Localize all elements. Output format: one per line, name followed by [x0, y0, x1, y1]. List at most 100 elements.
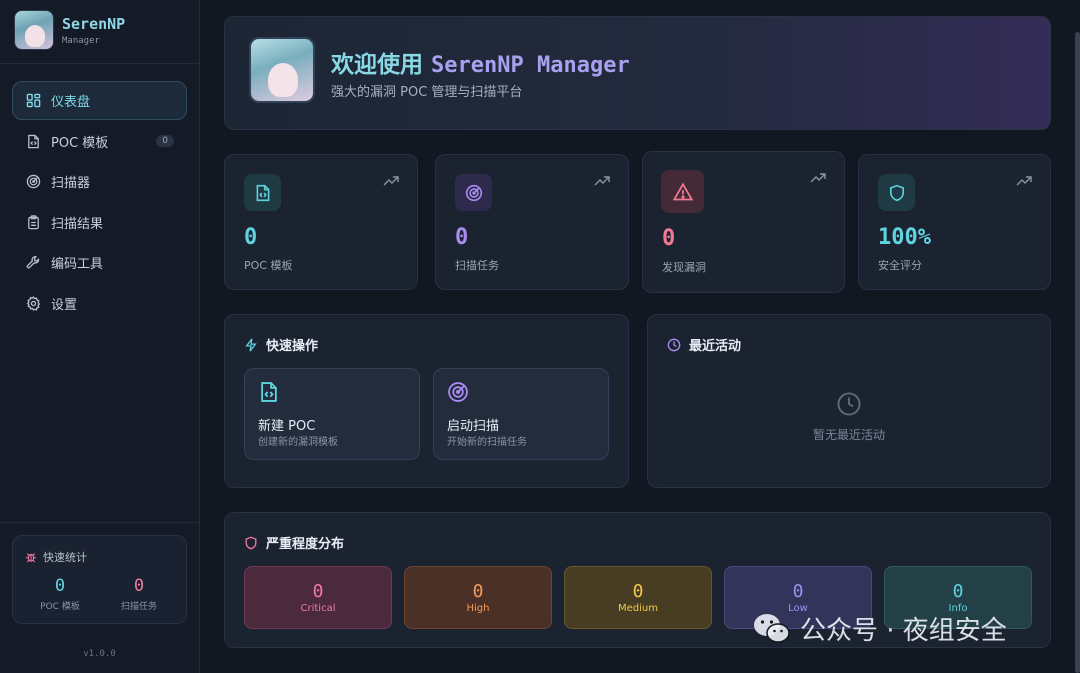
stat-label: POC 模板: [244, 259, 293, 272]
file-code-icon: [258, 381, 280, 407]
severity-title-text: 严重程度分布: [266, 537, 345, 552]
title-en: SerenNP Manager: [431, 53, 630, 78]
hero-avatar: [249, 37, 315, 103]
sidebar-divider: [0, 522, 199, 523]
wrench-icon: [25, 255, 41, 271]
shield-icon: [245, 536, 257, 549]
severity-medium[interactable]: 0 Medium: [564, 566, 712, 629]
dashboard-icon: [25, 93, 41, 109]
severity-title: 严重程度分布: [244, 533, 344, 552]
file-code-icon: [25, 133, 41, 149]
quick-stats-title: 快速统计: [25, 549, 87, 565]
action-title: 新建 POC: [258, 419, 316, 434]
trending-up-icon: [1016, 176, 1032, 186]
quick-actions-panel: 快速操作 新建 POC 创建新的漏洞模板 启动扫描 开始新的扫描任务: [224, 314, 629, 488]
trending-up-icon: [594, 176, 610, 186]
clock-icon: [837, 392, 861, 416]
count-badge: 0: [156, 135, 174, 147]
quick-actions-title-text: 快速操作: [266, 339, 319, 354]
clock-icon: [667, 338, 681, 351]
quick-stats-card: 快速统计 0 POC 模板 0 扫描任务: [12, 535, 187, 624]
version-label: v1.0.0: [83, 649, 116, 659]
brand[interactable]: SerenNP Manager: [14, 10, 125, 50]
stat-label: 扫描任务: [455, 259, 499, 272]
quick-stat-poc: 0 POC 模板: [25, 576, 95, 612]
sidebar-item-label: 仪表盘: [51, 95, 91, 110]
quick-stat-label: POC 模板: [40, 602, 80, 612]
sidebar-item-scanner[interactable]: 扫描器: [12, 162, 187, 201]
welcome-banner: 欢迎使用 SerenNP Manager 强大的漏洞 POC 管理与扫描平台: [224, 16, 1051, 130]
sidebar-item-label: 扫描结果: [51, 216, 104, 232]
quick-stat-value: 0: [54, 576, 66, 596]
title-cn: 欢迎使用: [331, 52, 432, 78]
sidebar-item-dashboard[interactable]: 仪表盘: [12, 81, 187, 120]
trending-up-icon: [810, 173, 826, 183]
sidebar-item-label: POC 模板: [51, 135, 109, 151]
severity-value: 0: [632, 581, 644, 602]
brand-avatar: [14, 10, 54, 50]
radar-icon: [447, 381, 469, 407]
sidebar-item-scan-results[interactable]: 扫描结果: [12, 203, 187, 242]
page-title: 欢迎使用 SerenNP Manager: [331, 45, 630, 79]
severity-value: 0: [472, 581, 484, 602]
stat-label: 安全评分: [878, 259, 922, 272]
quick-stat-scans: 0 扫描任务: [104, 576, 174, 612]
action-title: 启动扫描: [447, 419, 500, 434]
sidebar-item-label: 编码工具: [51, 257, 104, 272]
watermark-text: 公众号 · 夜组安全: [800, 616, 1007, 646]
trending-up-icon: [383, 176, 399, 186]
lightning-icon: [245, 337, 257, 352]
severity-high[interactable]: 0 High: [404, 566, 552, 629]
recent-activity-panel: 最近活动 暂无最近活动: [647, 314, 1051, 488]
sidebar-nav: 仪表盘 POC 模板 0 扫描器 扫描结果 编码工具 设置: [12, 81, 187, 324]
new-poc-button[interactable]: 新建 POC 创建新的漏洞模板: [244, 368, 420, 460]
quick-actions-title: 快速操作: [244, 335, 318, 354]
shield-icon: [878, 174, 915, 211]
page-subtitle: 强大的漏洞 POC 管理与扫描平台: [331, 85, 523, 100]
quick-stats-title-text: 快速统计: [43, 551, 87, 564]
stat-value: 0: [662, 226, 676, 251]
start-scan-button[interactable]: 启动扫描 开始新的扫描任务: [433, 368, 609, 460]
scrollbar[interactable]: [1075, 32, 1080, 673]
sidebar: SerenNP Manager 仪表盘 POC 模板 0 扫描器 扫描结果 编码…: [0, 0, 200, 673]
severity-label: Medium: [618, 603, 658, 614]
severity-value: 0: [312, 581, 324, 602]
recent-activity-title-text: 最近活动: [689, 339, 742, 354]
action-subtitle: 开始新的扫描任务: [447, 437, 527, 448]
severity-value: 0: [952, 581, 964, 602]
stat-value: 0: [244, 225, 258, 250]
stat-card-poc-templates[interactable]: 0 POC 模板: [224, 154, 418, 290]
sidebar-item-settings[interactable]: 设置: [12, 284, 187, 323]
clipboard-icon: [25, 214, 41, 230]
quick-stat-label: 扫描任务: [120, 602, 157, 612]
stat-value: 0: [455, 225, 469, 250]
wechat-icon: [754, 613, 790, 643]
action-subtitle: 创建新的漏洞模板: [258, 437, 338, 448]
stat-card-vulnerabilities[interactable]: 0 发现漏洞: [642, 151, 845, 293]
bug-icon: [26, 553, 36, 563]
sidebar-divider: [0, 63, 199, 64]
quick-stat-value: 0: [133, 576, 145, 596]
stat-value: 100%: [878, 225, 931, 250]
warning-triangle-icon: [661, 170, 704, 213]
file-code-icon: [244, 174, 281, 211]
sidebar-item-label: 设置: [51, 297, 78, 313]
severity-critical[interactable]: 0 Critical: [244, 566, 392, 629]
severity-label: Critical: [300, 603, 336, 614]
severity-value: 0: [792, 581, 804, 602]
stat-card-scan-tasks[interactable]: 0 扫描任务: [435, 154, 629, 290]
sidebar-item-label: 扫描器: [51, 176, 91, 191]
watermark: 公众号 · 夜组安全: [752, 610, 1007, 647]
stat-label: 发现漏洞: [662, 261, 706, 274]
sidebar-item-poc-templates[interactable]: POC 模板 0: [12, 122, 187, 161]
radar-icon: [25, 174, 41, 190]
radar-icon: [455, 174, 492, 211]
sidebar-item-encoding-tools[interactable]: 编码工具: [12, 243, 187, 282]
brand-title: SerenNP: [62, 14, 126, 33]
empty-state-text: 暂无最近活动: [812, 428, 885, 442]
brand-subtitle: Manager: [62, 35, 100, 46]
stat-card-security-score[interactable]: 100% 安全评分: [858, 154, 1051, 290]
recent-activity-title: 最近活动: [667, 335, 741, 354]
gear-icon: [25, 295, 41, 311]
severity-label: High: [466, 603, 490, 614]
